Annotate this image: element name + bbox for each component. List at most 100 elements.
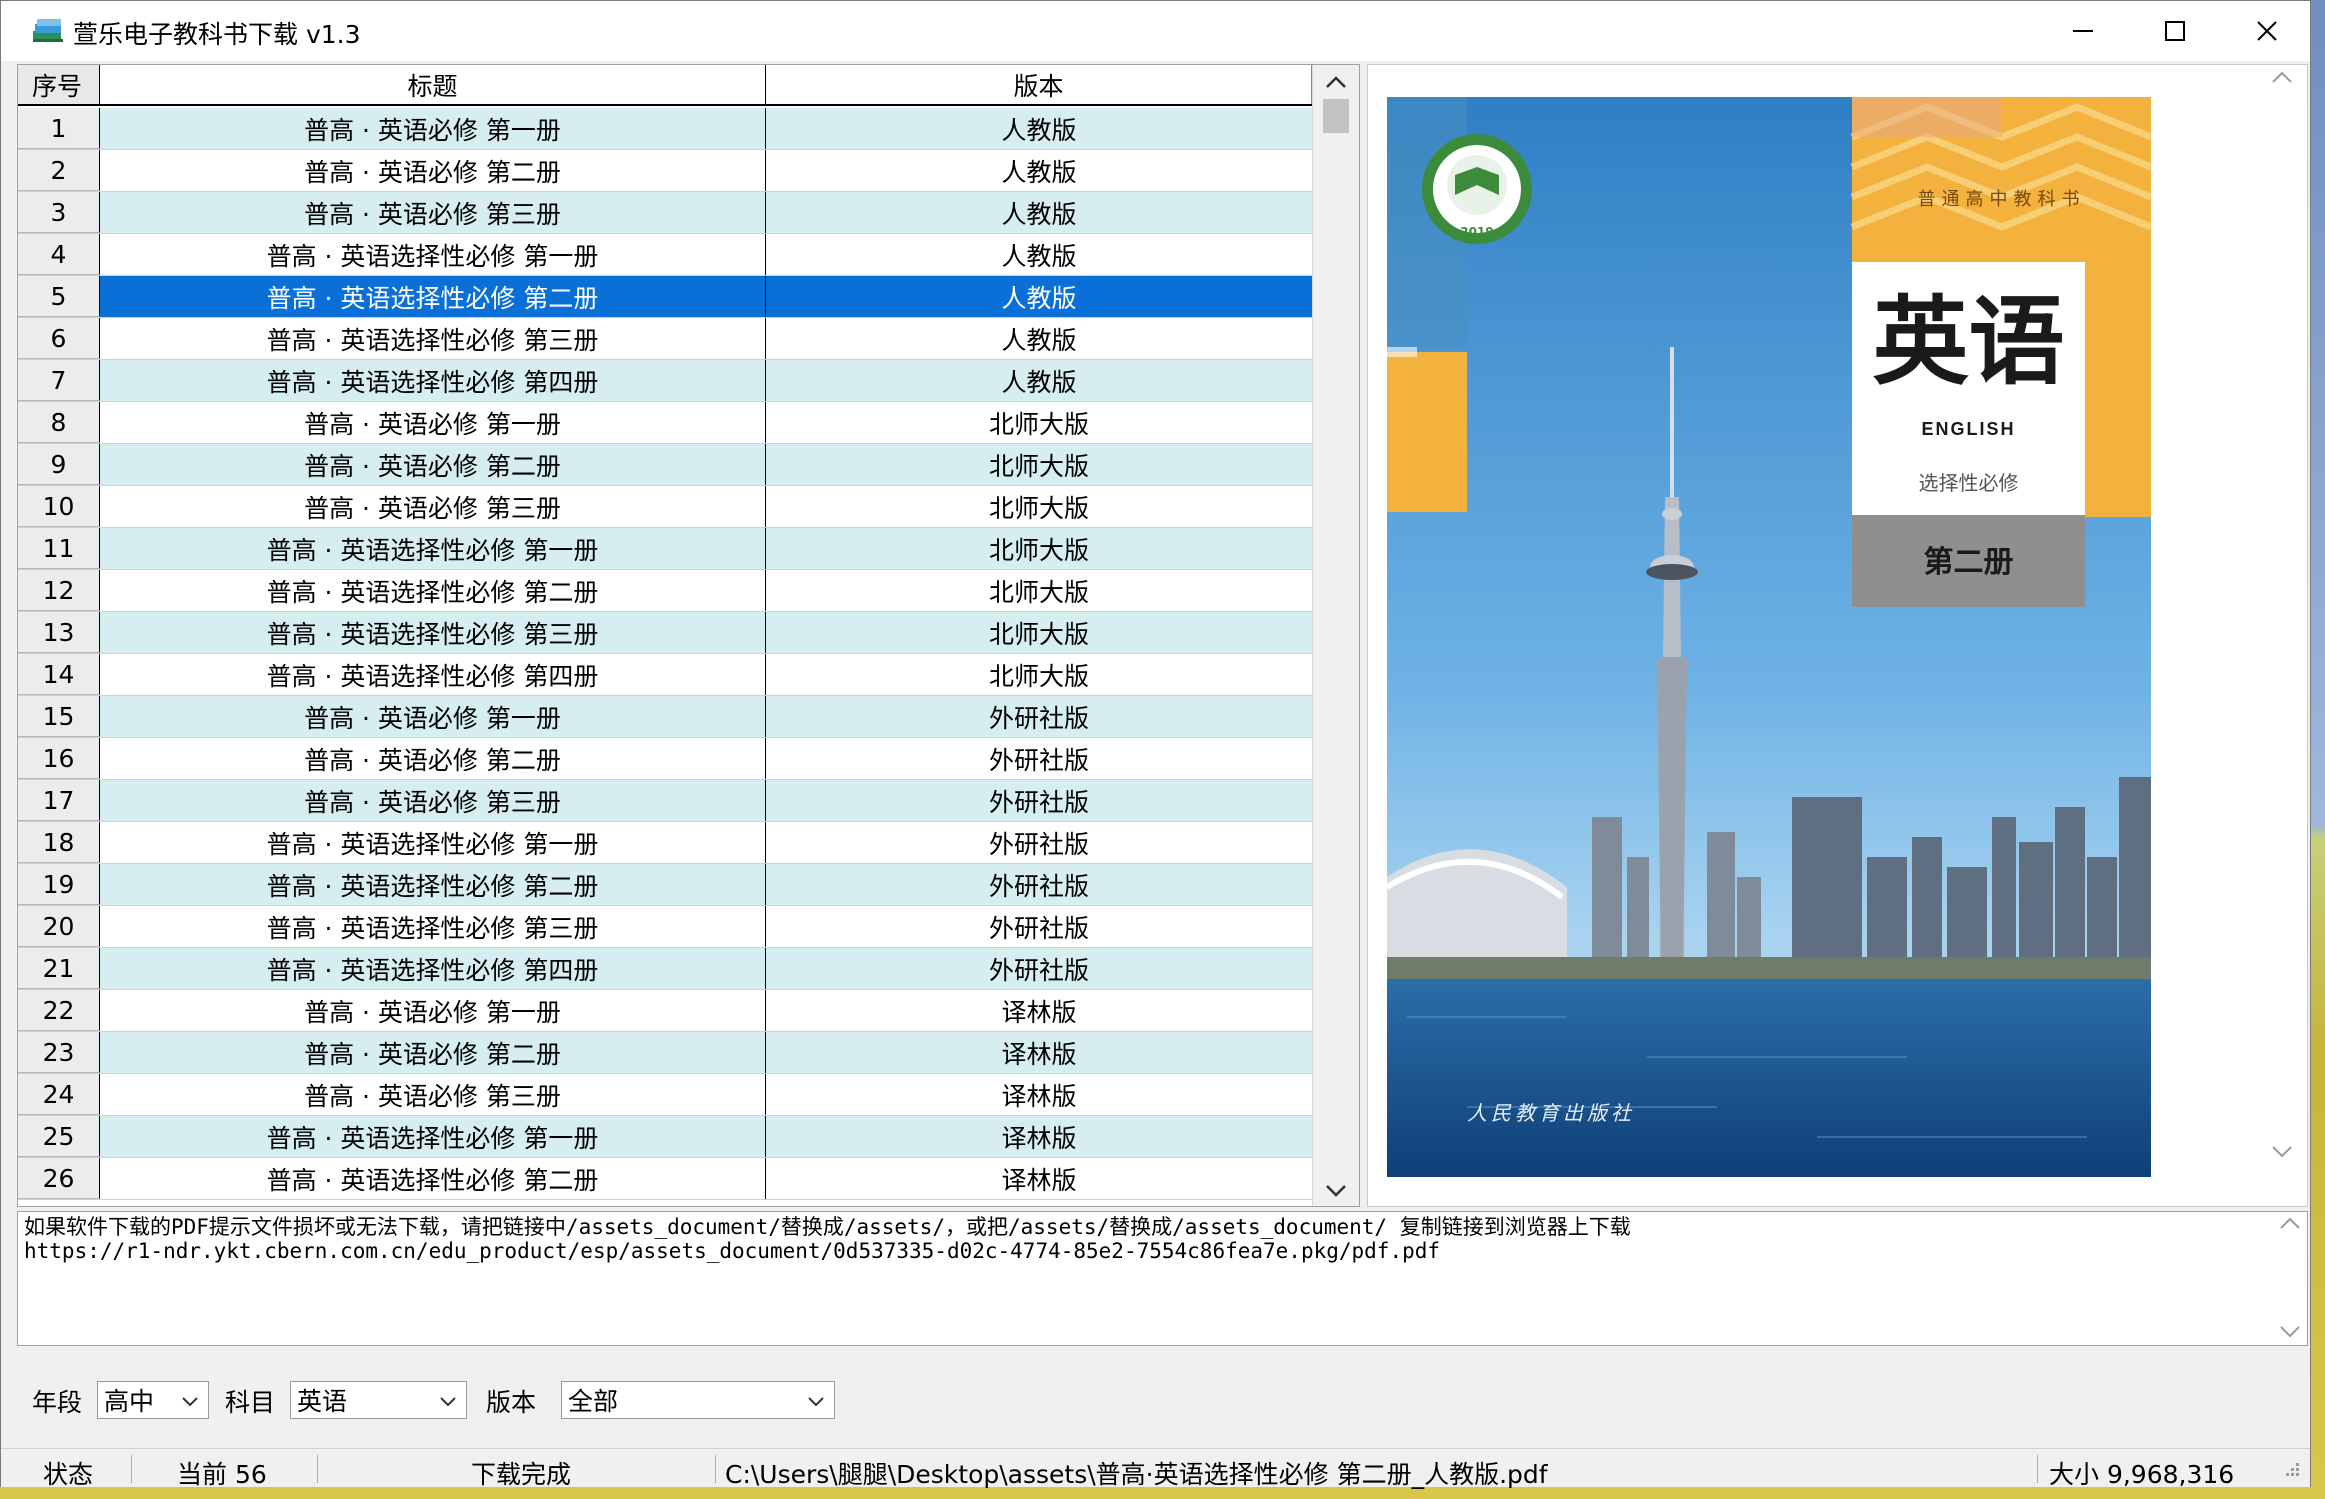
table-scrollbar[interactable] <box>1312 65 1359 1206</box>
column-header-title[interactable]: 标题 <box>100 65 766 104</box>
log-url-line[interactable]: https://r1-ndr.ykt.cbern.com.cn/edu_prod… <box>24 1239 2301 1263</box>
row-title-cell[interactable]: 普高 · 英语必修 第一册 <box>100 990 766 1031</box>
table-row[interactable]: 12 普高 · 英语选择性必修 第二册 北师大版 <box>18 570 1312 612</box>
resize-grip-icon[interactable] <box>2280 1459 2302 1481</box>
row-title-cell[interactable]: 普高 · 英语选择性必修 第二册 <box>100 864 766 905</box>
row-edition-cell[interactable]: 译林版 <box>766 1116 1312 1157</box>
row-edition-cell[interactable]: 北师大版 <box>766 402 1312 443</box>
scrollbar-thumb[interactable] <box>1323 99 1349 133</box>
row-title-cell[interactable]: 普高 · 英语必修 第三册 <box>100 192 766 233</box>
log-scroll-up-icon[interactable] <box>2279 1216 2301 1230</box>
table-row[interactable]: 1 普高 · 英语必修 第一册 人教版 <box>18 108 1312 150</box>
column-header-index[interactable]: 序号 <box>18 65 100 104</box>
row-title-cell[interactable]: 普高 · 英语必修 第一册 <box>100 696 766 737</box>
row-edition-cell[interactable]: 人教版 <box>766 360 1312 401</box>
row-edition-cell[interactable]: 外研社版 <box>766 906 1312 947</box>
table-row[interactable]: 10 普高 · 英语必修 第三册 北师大版 <box>18 486 1312 528</box>
close-button[interactable] <box>2221 1 2313 61</box>
minimize-button[interactable] <box>2037 1 2129 61</box>
row-title-cell[interactable]: 普高 · 英语选择性必修 第一册 <box>100 234 766 275</box>
scroll-up-icon[interactable] <box>1325 75 1347 89</box>
row-edition-cell[interactable]: 人教版 <box>766 234 1312 275</box>
row-title-cell[interactable]: 普高 · 英语必修 第二册 <box>100 150 766 191</box>
column-header-edition[interactable]: 版本 <box>766 65 1312 104</box>
table-row[interactable]: 3 普高 · 英语必修 第三册 人教版 <box>18 192 1312 234</box>
row-title-cell[interactable]: 普高 · 英语必修 第三册 <box>100 780 766 821</box>
row-title-cell[interactable]: 普高 · 英语必修 第一册 <box>100 108 766 149</box>
row-title-cell[interactable]: 普高 · 英语选择性必修 第四册 <box>100 654 766 695</box>
table-row[interactable]: 23 普高 · 英语必修 第二册 译林版 <box>18 1032 1312 1074</box>
preview-scroll-up-icon[interactable] <box>2271 70 2293 84</box>
row-edition-cell[interactable]: 外研社版 <box>766 738 1312 779</box>
table-row[interactable]: 16 普高 · 英语必修 第二册 外研社版 <box>18 738 1312 780</box>
row-edition-cell[interactable]: 人教版 <box>766 108 1312 149</box>
row-title-cell[interactable]: 普高 · 英语选择性必修 第四册 <box>100 948 766 989</box>
row-title-cell[interactable]: 普高 · 英语必修 第三册 <box>100 1074 766 1115</box>
row-title-cell[interactable]: 普高 · 英语选择性必修 第一册 <box>100 1116 766 1157</box>
table-row[interactable]: 13 普高 · 英语选择性必修 第三册 北师大版 <box>18 612 1312 654</box>
row-edition-cell[interactable]: 北师大版 <box>766 612 1312 653</box>
table-row[interactable]: 8 普高 · 英语必修 第一册 北师大版 <box>18 402 1312 444</box>
table-row[interactable]: 2 普高 · 英语必修 第二册 人教版 <box>18 150 1312 192</box>
log-textbox[interactable]: 如果软件下载的PDF提示文件损坏或无法下载，请把链接中/assets_docum… <box>17 1211 2308 1346</box>
table-row[interactable]: 4 普高 · 英语选择性必修 第一册 人教版 <box>18 234 1312 276</box>
row-edition-cell[interactable]: 北师大版 <box>766 486 1312 527</box>
row-title-cell[interactable]: 普高 · 英语选择性必修 第三册 <box>100 906 766 947</box>
table-row[interactable]: 22 普高 · 英语必修 第一册 译林版 <box>18 990 1312 1032</box>
log-scroll-down-icon[interactable] <box>2279 1325 2301 1339</box>
row-title-cell[interactable]: 普高 · 英语选择性必修 第二册 <box>100 276 766 317</box>
table-row[interactable]: 24 普高 · 英语必修 第三册 译林版 <box>18 1074 1312 1116</box>
row-edition-cell[interactable]: 人教版 <box>766 192 1312 233</box>
edition-select[interactable]: 全部 <box>561 1381 835 1419</box>
row-edition-cell[interactable]: 北师大版 <box>766 654 1312 695</box>
row-edition-cell[interactable]: 北师大版 <box>766 570 1312 611</box>
table-row[interactable]: 25 普高 · 英语选择性必修 第一册 译林版 <box>18 1116 1312 1158</box>
row-title-cell[interactable]: 普高 · 英语选择性必修 第一册 <box>100 528 766 569</box>
row-index-cell: 14 <box>18 654 100 695</box>
subject-select[interactable]: 英语 <box>290 1381 467 1419</box>
table-row[interactable]: 9 普高 · 英语必修 第二册 北师大版 <box>18 444 1312 486</box>
row-title-cell[interactable]: 普高 · 英语选择性必修 第二册 <box>100 1158 766 1199</box>
row-title-cell[interactable]: 普高 · 英语选择性必修 第一册 <box>100 822 766 863</box>
row-title-cell[interactable]: 普高 · 英语必修 第一册 <box>100 402 766 443</box>
row-edition-cell[interactable]: 外研社版 <box>766 864 1312 905</box>
maximize-button[interactable] <box>2129 1 2221 61</box>
row-edition-cell[interactable]: 人教版 <box>766 276 1312 317</box>
row-edition-cell[interactable]: 人教版 <box>766 150 1312 191</box>
row-edition-cell[interactable]: 人教版 <box>766 318 1312 359</box>
preview-scroll-down-icon[interactable] <box>2271 1145 2293 1159</box>
table-row[interactable]: 17 普高 · 英语必修 第三册 外研社版 <box>18 780 1312 822</box>
table-row[interactable]: 15 普高 · 英语必修 第一册 外研社版 <box>18 696 1312 738</box>
row-edition-cell[interactable]: 外研社版 <box>766 696 1312 737</box>
table-row[interactable]: 19 普高 · 英语选择性必修 第二册 外研社版 <box>18 864 1312 906</box>
row-title-cell[interactable]: 普高 · 英语必修 第三册 <box>100 486 766 527</box>
row-edition-cell[interactable]: 外研社版 <box>766 948 1312 989</box>
row-title-cell[interactable]: 普高 · 英语必修 第二册 <box>100 1032 766 1073</box>
table-row[interactable]: 5 普高 · 英语选择性必修 第二册 人教版 <box>18 276 1312 318</box>
row-title-cell[interactable]: 普高 · 英语选择性必修 第四册 <box>100 360 766 401</box>
row-edition-cell[interactable]: 外研社版 <box>766 780 1312 821</box>
row-title-cell[interactable]: 普高 · 英语选择性必修 第二册 <box>100 570 766 611</box>
table-row[interactable]: 14 普高 · 英语选择性必修 第四册 北师大版 <box>18 654 1312 696</box>
table-row[interactable]: 20 普高 · 英语选择性必修 第三册 外研社版 <box>18 906 1312 948</box>
table-row[interactable]: 26 普高 · 英语选择性必修 第二册 译林版 <box>18 1158 1312 1200</box>
row-edition-cell[interactable]: 外研社版 <box>766 822 1312 863</box>
row-edition-cell[interactable]: 译林版 <box>766 1158 1312 1199</box>
table-row[interactable]: 6 普高 · 英语选择性必修 第三册 人教版 <box>18 318 1312 360</box>
row-edition-cell[interactable]: 北师大版 <box>766 444 1312 485</box>
grade-select[interactable]: 高中 <box>97 1381 209 1419</box>
table-row[interactable]: 7 普高 · 英语选择性必修 第四册 人教版 <box>18 360 1312 402</box>
table-row[interactable]: 11 普高 · 英语选择性必修 第一册 北师大版 <box>18 528 1312 570</box>
scroll-down-icon[interactable] <box>1325 1184 1347 1198</box>
row-edition-cell[interactable]: 北师大版 <box>766 528 1312 569</box>
row-title-cell[interactable]: 普高 · 英语必修 第二册 <box>100 444 766 485</box>
row-title-cell[interactable]: 普高 · 英语必修 第二册 <box>100 738 766 779</box>
row-title-cell[interactable]: 普高 · 英语选择性必修 第三册 <box>100 612 766 653</box>
table-row[interactable]: 21 普高 · 英语选择性必修 第四册 外研社版 <box>18 948 1312 990</box>
chevron-down-icon <box>440 1397 456 1407</box>
row-edition-cell[interactable]: 译林版 <box>766 1074 1312 1115</box>
table-row[interactable]: 18 普高 · 英语选择性必修 第一册 外研社版 <box>18 822 1312 864</box>
row-edition-cell[interactable]: 译林版 <box>766 1032 1312 1073</box>
row-edition-cell[interactable]: 译林版 <box>766 990 1312 1031</box>
row-title-cell[interactable]: 普高 · 英语选择性必修 第三册 <box>100 318 766 359</box>
